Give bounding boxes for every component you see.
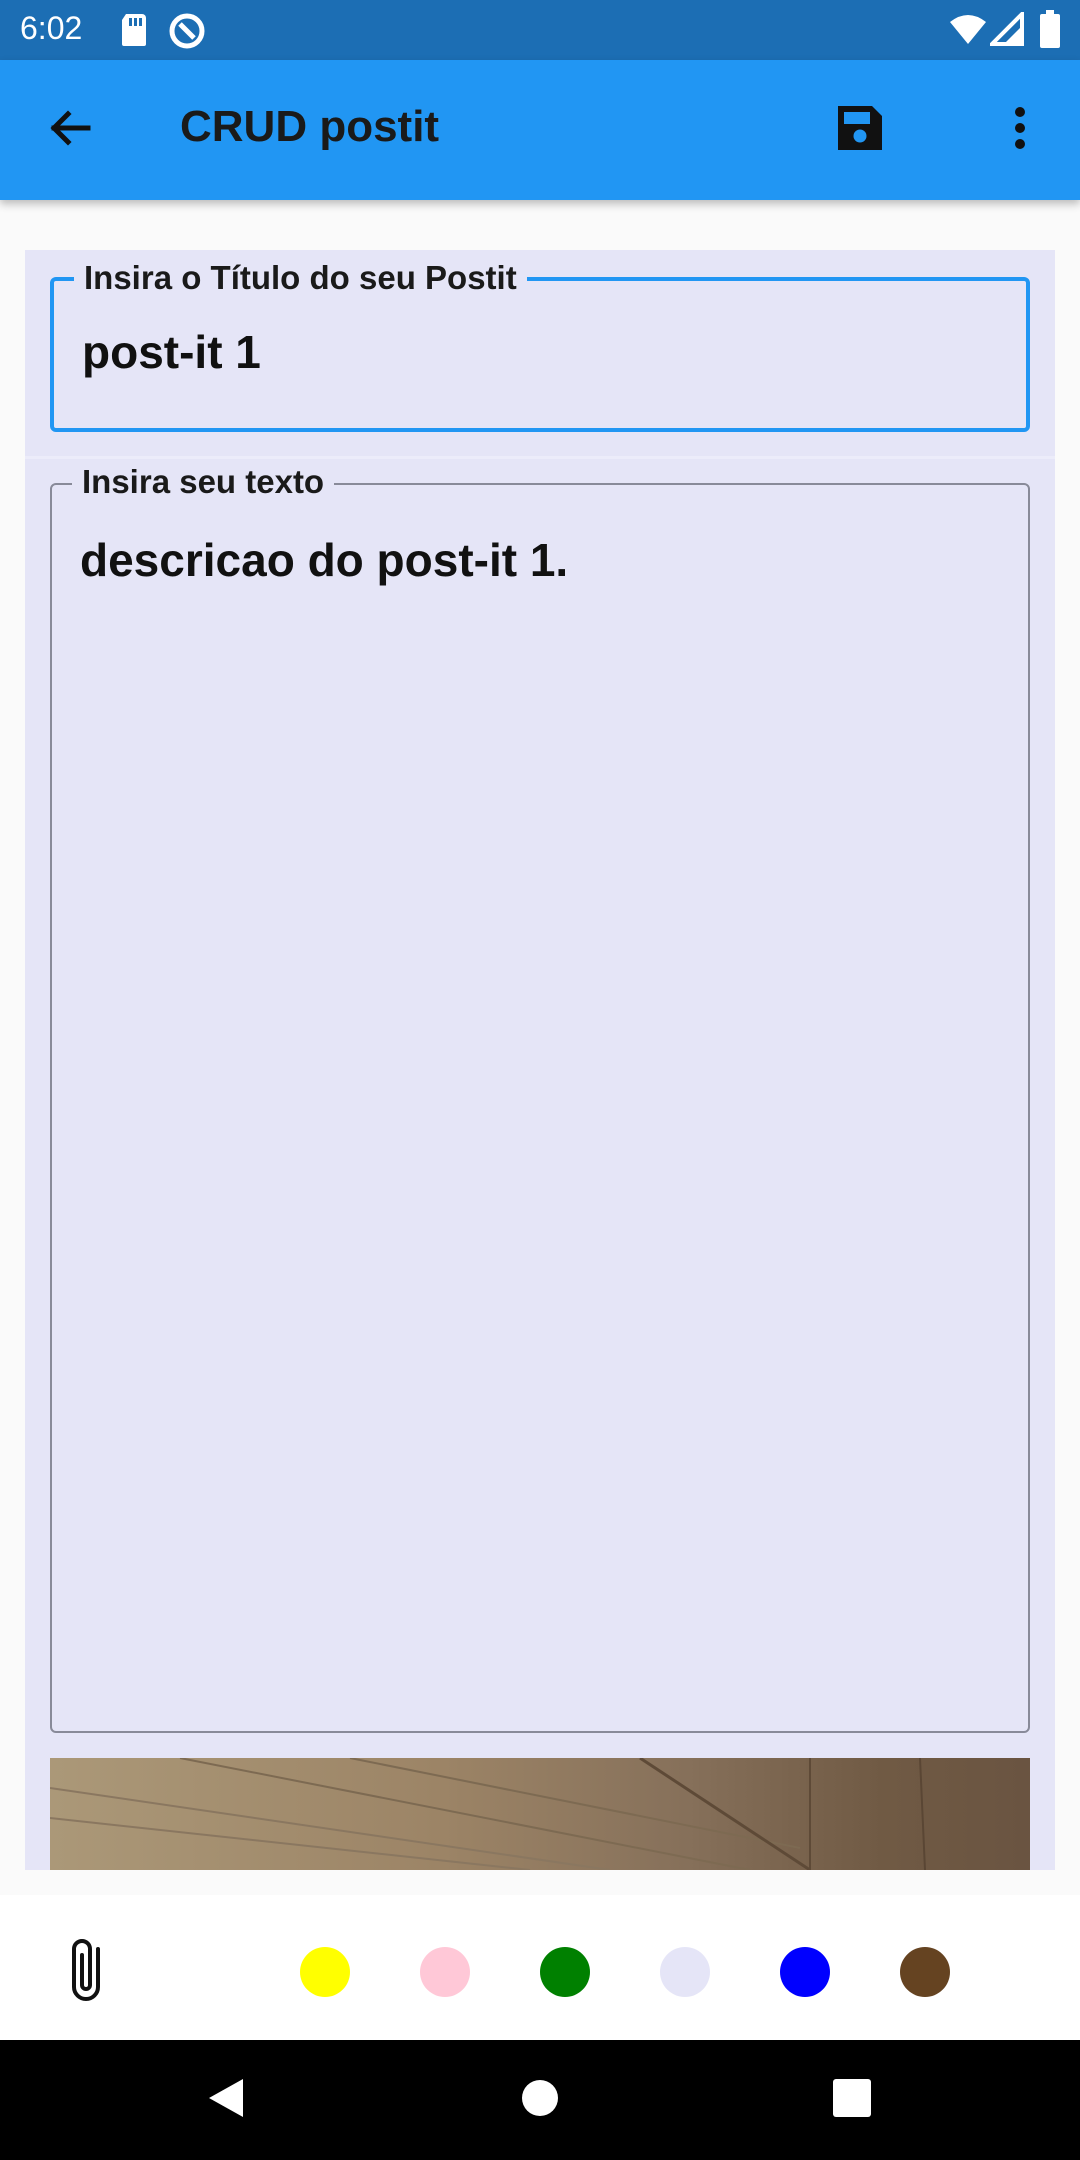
attached-image[interactable] [50,1758,1030,1870]
save-icon [836,104,884,157]
navigation-bar [0,2040,1080,2160]
title-field-label: Insira o Título do seu Postit [74,259,527,297]
battery-icon [1040,10,1060,53]
status-time: 6:02 [20,10,83,46]
signal-icon [987,9,1024,51]
wifi-icon [948,14,988,51]
color-yellow-button[interactable] [300,1947,350,1997]
sd-card-icon [120,12,148,53]
nav-back-button[interactable] [195,2070,255,2130]
save-button[interactable] [830,100,890,160]
divider [25,456,1055,459]
attach-button[interactable] [58,1935,118,2005]
text-field[interactable]: Insira seu texto descricao do post-it 1. [50,463,1030,1733]
data-saver-icon [168,12,206,55]
more-options-button[interactable] [990,100,1050,160]
home-circle-icon [520,2078,560,2123]
nav-recents-button[interactable] [822,2070,882,2130]
status-bar: 6:02 [0,0,1080,60]
back-button[interactable] [40,100,100,160]
title-field-value[interactable]: post-it 1 [82,325,261,379]
text-field-value[interactable]: descricao do post-it 1. [80,533,568,587]
more-vert-icon [1014,106,1026,154]
color-pink-button[interactable] [420,1947,470,1997]
bottom-toolbar [0,1895,1080,2040]
nav-home-button[interactable] [510,2070,570,2130]
color-lavender-button[interactable] [660,1947,710,1997]
color-blue-button[interactable] [780,1947,830,1997]
paperclip-icon [58,1939,118,2009]
color-green-button[interactable] [540,1947,590,1997]
title-field[interactable]: Insira o Título do seu Postit post-it 1 [50,259,1030,432]
color-brown-button[interactable] [900,1947,950,1997]
text-field-label: Insira seu texto [72,463,335,501]
page-title: CRUD postit [180,102,440,151]
recents-square-icon [833,2078,871,2122]
app-bar: CRUD postit [0,60,1080,200]
postit-card: Insira o Título do seu Postit post-it 1 … [25,250,1055,1870]
back-triangle-icon [205,2077,245,2124]
arrow-back-icon [48,106,92,155]
